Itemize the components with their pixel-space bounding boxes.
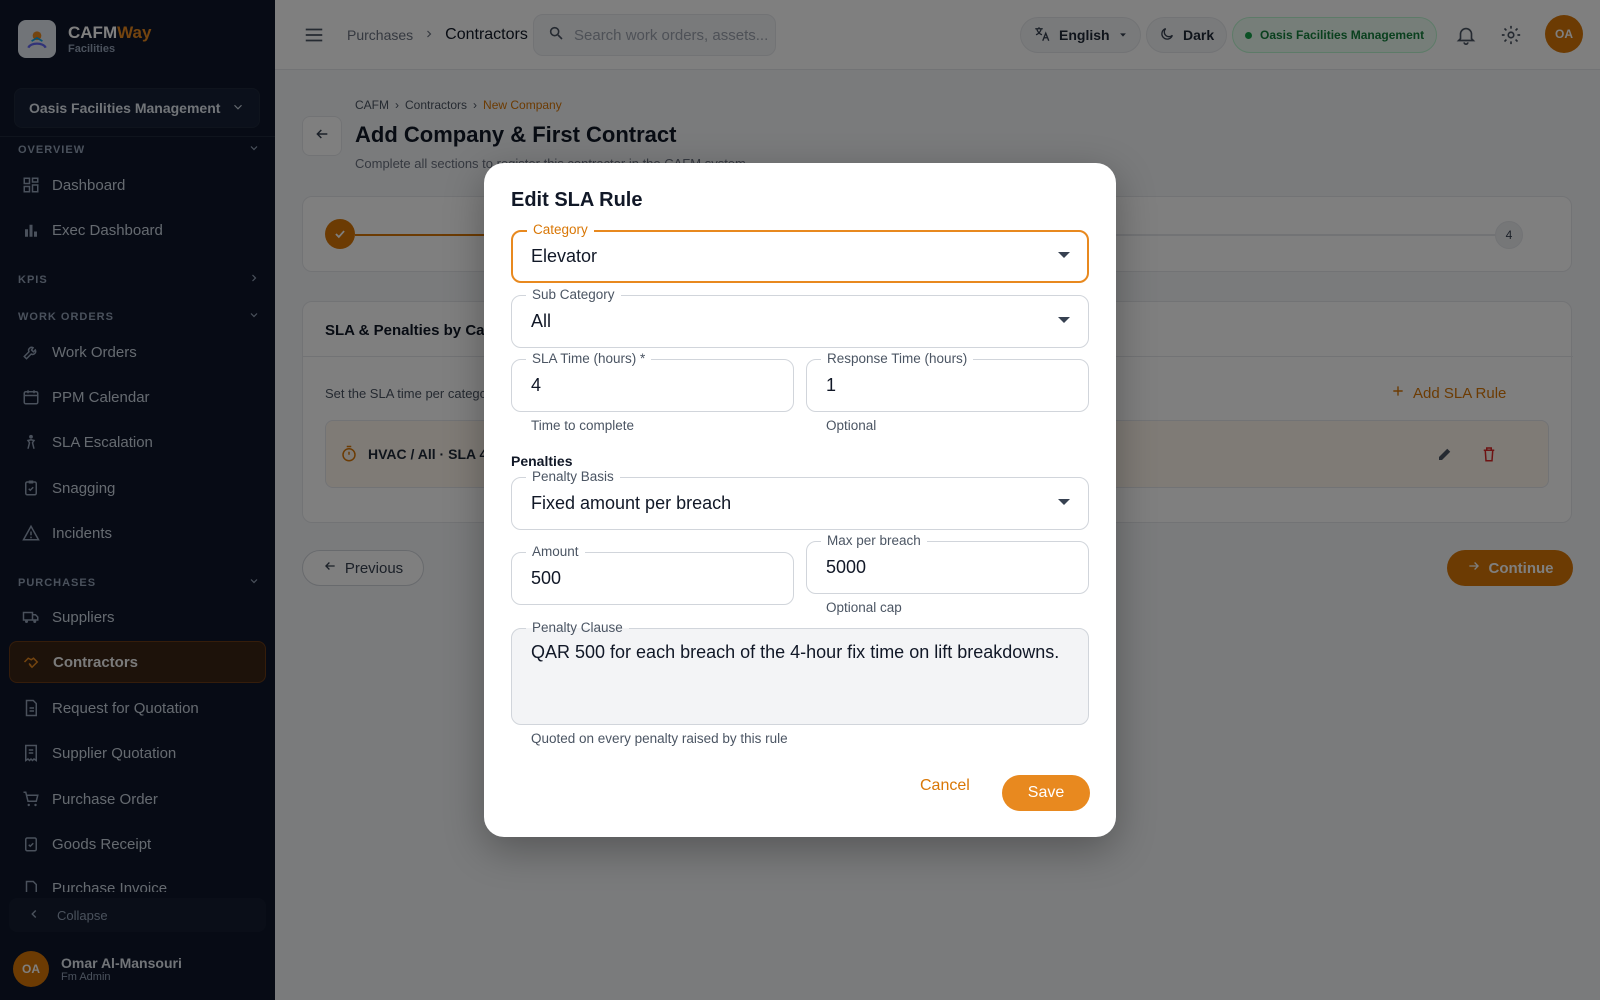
sub-category-select[interactable]: Sub Category All [511, 287, 1089, 348]
max-per-breach-value: 5000 [826, 557, 867, 577]
penalty-clause-value: QAR 500 for each breach of the 4-hour fi… [531, 642, 1060, 662]
penalty-clause-helper: Quoted on every penalty raised by this r… [531, 731, 788, 746]
response-time-value: 1 [826, 375, 837, 395]
response-time-input[interactable]: Response Time (hours) 1 [806, 351, 1089, 412]
max-per-breach-label: Max per breach [821, 533, 927, 549]
penalty-basis-select[interactable]: Penalty Basis Fixed amount per breach [511, 469, 1089, 530]
response-time-helper: Optional [826, 418, 877, 433]
sub-category-value: All [531, 311, 552, 331]
amount-input[interactable]: Amount 500 [511, 544, 794, 605]
penalty-clause-textarea[interactable]: Penalty Clause QAR 500 for each breach o… [511, 620, 1089, 725]
category-value: Elevator [531, 246, 598, 266]
caret-down-icon [1058, 317, 1070, 323]
caret-down-icon [1058, 499, 1070, 505]
category-label: Category [527, 222, 594, 238]
max-per-breach-input[interactable]: Max per breach 5000 [806, 533, 1089, 594]
penalty-clause-label: Penalty Clause [526, 620, 629, 636]
cancel-button[interactable]: Cancel [920, 777, 970, 795]
sla-time-label: SLA Time (hours) * [526, 351, 652, 367]
amount-value: 500 [531, 568, 562, 588]
penalty-basis-label: Penalty Basis [526, 469, 620, 485]
max-per-breach-helper: Optional cap [826, 600, 902, 615]
sla-time-value: 4 [531, 375, 542, 395]
dialog-title: Edit SLA Rule [511, 189, 643, 211]
sla-time-helper: Time to complete [531, 418, 635, 433]
caret-down-icon [1058, 252, 1070, 258]
penalties-section-label: Penalties [511, 453, 573, 469]
penalty-basis-value: Fixed amount per breach [531, 493, 732, 513]
category-select[interactable]: Category Elevator [511, 222, 1089, 283]
sub-category-label: Sub Category [526, 287, 621, 303]
edit-sla-rule-dialog: Edit SLA Rule Category Elevator Sub Cate… [484, 163, 1116, 837]
sla-time-input[interactable]: SLA Time (hours) * 4 [511, 351, 794, 412]
amount-label: Amount [526, 544, 585, 560]
response-time-label: Response Time (hours) [821, 351, 974, 367]
save-button[interactable]: Save [1002, 775, 1090, 811]
